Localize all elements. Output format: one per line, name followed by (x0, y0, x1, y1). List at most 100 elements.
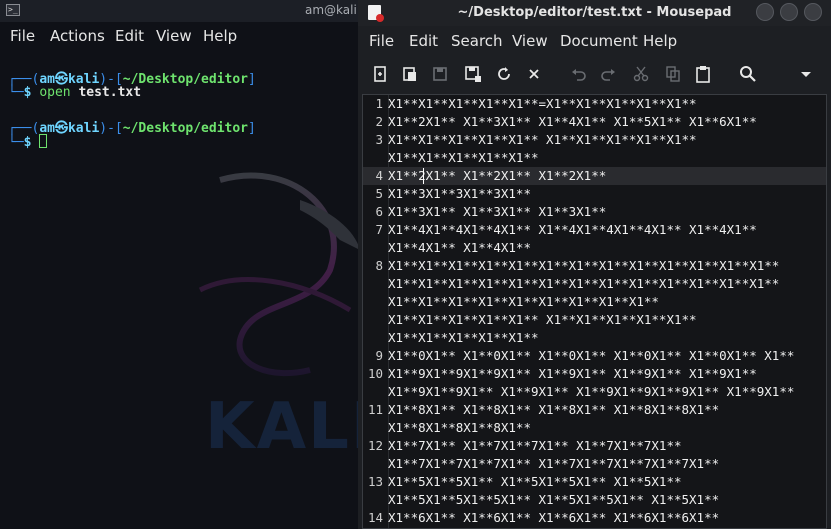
line-text: X1**5X1**5X1**5X1** X1**5X1**5X1** X1**5… (388, 492, 720, 507)
menu-document[interactable]: Document (560, 32, 638, 50)
kali-watermark: KALI (205, 390, 360, 464)
line-text: X1**7X1** X1**7X1**7X1** X1**7X1**7X1** (388, 438, 682, 453)
line-number: 5 (375, 186, 383, 201)
save-icon[interactable] (430, 64, 450, 84)
line-text: X1**4X1** X1**4X1** (388, 240, 531, 255)
editor-line[interactable]: 5 X1**3X1**3X1**3X1** (363, 185, 826, 203)
reload-icon[interactable] (494, 64, 514, 84)
line-text: X1**X1**X1**X1**X1** (388, 150, 539, 165)
editor-line[interactable]: 10 X1**9X1**9X1**9X1** X1**9X1** X1**9X1*… (363, 365, 826, 383)
editor-line[interactable]: 13 X1**5X1**5X1** X1**5X1**5X1** X1**5X1*… (363, 473, 826, 491)
new-document-icon[interactable] (370, 64, 390, 84)
copy-icon[interactable] (663, 64, 683, 84)
line-text: X1**5X1**5X1** X1**5X1**5X1** X1**5X1** (388, 474, 682, 489)
command-line-1: └─$ open test.txt (8, 85, 142, 100)
terminal-titlebar[interactable]: >_ am@kali: ~/ (0, 0, 360, 22)
minimize-button[interactable] (756, 3, 774, 21)
line-number: 11 (367, 402, 383, 417)
editor-line[interactable]: 8 X1**X1**X1**X1**X1**X1**X1**X1**X1**X1*… (363, 257, 826, 275)
editor-line[interactable]: 9 X1**0X1** X1**0X1** X1**0X1** X1**0X1**… (363, 347, 826, 365)
editor-line[interactable]: 4 X1**2X1** X1**2X1** X1**2X1** (363, 167, 826, 185)
line-number: 4 (375, 168, 383, 183)
terminal-menu-view[interactable]: View (156, 27, 192, 45)
line-text: X1**6X1** X1**6X1** X1**6X1** X1**6X1**6… (388, 510, 720, 525)
terminal-menu-edit[interactable]: Edit (115, 27, 144, 45)
terminal-menu-actions[interactable]: Actions (50, 27, 105, 45)
mousepad-toolbar (358, 58, 831, 90)
menu-search[interactable]: Search (451, 32, 503, 50)
new-window-icon[interactable] (400, 64, 420, 84)
command-name: open (39, 85, 71, 100)
terminal-menu-help[interactable]: Help (203, 27, 237, 45)
line-number: 6 (375, 204, 383, 219)
editor-line[interactable]: 2 X1**2X1** X1**3X1** X1**4X1** X1**5X1**… (363, 113, 826, 131)
editor-line[interactable]: X1**4X1** X1**4X1** (363, 239, 826, 257)
terminal-title: am@kali: ~/ (305, 3, 360, 17)
line-number: 2 (375, 114, 383, 129)
prompt-path: ~/Desktop/editor (122, 72, 249, 87)
menu-help[interactable]: Help (643, 32, 677, 50)
editor-line[interactable]: 12 X1**7X1** X1**7X1**7X1** X1**7X1**7X1*… (363, 437, 826, 455)
more-options-icon[interactable] (796, 64, 816, 84)
close-window-button[interactable] (804, 3, 822, 21)
maximize-button[interactable] (780, 3, 798, 21)
editor-line[interactable]: X1**9X1**9X1** X1**9X1** X1**9X1**9X1**9… (363, 383, 826, 401)
terminal-body[interactable]: KALI ┌──(am㉿kali)-[~/Desktop/editor] └─$… (0, 50, 360, 529)
terminal-menu-file[interactable]: File (10, 27, 35, 45)
search-icon[interactable] (738, 64, 758, 84)
text-caret (423, 168, 424, 184)
line-text: X1**2X1** X1**2X1** X1**2X1** (388, 168, 607, 183)
editor-line[interactable]: X1**X1**X1**X1**X1** (363, 329, 826, 347)
terminal-menubar: File Actions Edit View Help (0, 24, 360, 50)
line-number: 12 (367, 438, 383, 453)
editor-line[interactable]: 3 X1**X1**X1**X1**X1** X1**X1**X1**X1**X1… (363, 131, 826, 149)
terminal-app-icon: >_ (6, 4, 20, 16)
editor-line[interactable]: 1 X1**X1**X1**X1**X1**=X1**X1**X1**X1**X1… (363, 95, 826, 113)
line-text: X1**X1**X1**X1**X1** X1**X1**X1**X1**X1*… (388, 132, 697, 147)
line-text: X1**2X1** X1**3X1** X1**4X1** X1**5X1** … (388, 114, 757, 129)
editor-line[interactable]: X1**X1**X1**X1**X1** X1**X1**X1**X1**X1*… (363, 311, 826, 329)
line-text: X1**3X1** X1**3X1** X1**3X1** (388, 204, 607, 219)
line-number: 9 (375, 348, 383, 363)
editor-line[interactable]: X1**8X1**8X1**8X1** (363, 419, 826, 437)
mousepad-window: ~/Desktop/editor/test.txt - Mousepad Fil… (358, 0, 831, 529)
line-text: X1**7X1**7X1**7X1** X1**7X1**7X1**7X1**7… (388, 456, 720, 471)
line-text: X1**9X1**9X1** X1**9X1** X1**9X1**9X1**9… (388, 384, 795, 399)
menu-view[interactable]: View (512, 32, 548, 50)
line-number: 13 (367, 474, 383, 489)
editor-line[interactable]: X1**X1**X1**X1**X1** (363, 149, 826, 167)
command-line-2[interactable]: └─$ (8, 134, 48, 150)
editor-line[interactable]: 6 X1**3X1** X1**3X1** X1**3X1** (363, 203, 826, 221)
line-text: X1**X1**X1**X1**X1**=X1**X1**X1**X1**X1*… (388, 96, 697, 111)
menu-edit[interactable]: Edit (409, 32, 438, 50)
line-text: X1**9X1**9X1**9X1** X1**9X1** X1**9X1** … (388, 366, 757, 381)
line-text: X1**X1**X1**X1**X1**X1**X1**X1**X1** (388, 294, 659, 309)
line-text: X1**0X1** X1**0X1** X1**0X1** X1**0X1** … (388, 348, 795, 363)
editor-line[interactable]: 7 X1**4X1**4X1**4X1** X1**4X1**4X1**4X1**… (363, 221, 826, 239)
editor-line[interactable]: X1**X1**X1**X1**X1**X1**X1**X1**X1**X1**… (363, 275, 826, 293)
editor-line[interactable]: X1**7X1**7X1**7X1** X1**7X1**7X1**7X1**7… (363, 455, 826, 473)
line-text: X1**X1**X1**X1**X1** (388, 330, 539, 345)
prompt-host: kali (67, 121, 100, 136)
cut-icon[interactable] (631, 64, 651, 84)
line-number: 14 (367, 510, 383, 525)
close-document-icon[interactable] (524, 64, 544, 84)
mousepad-titlebar[interactable]: ~/Desktop/editor/test.txt - Mousepad (358, 0, 831, 26)
prompt-symbol: $ (23, 135, 32, 150)
editor-line[interactable]: 14 X1**6X1** X1**6X1** X1**6X1** X1**6X1*… (363, 509, 826, 527)
line-number: 3 (375, 132, 383, 147)
editor-line[interactable]: X1**5X1**5X1**5X1** X1**5X1**5X1** X1**5… (363, 491, 826, 509)
paste-icon[interactable] (693, 64, 713, 84)
save-as-icon[interactable] (463, 64, 483, 84)
menu-file[interactable]: File (369, 32, 394, 50)
line-number: 7 (375, 222, 383, 237)
redo-icon[interactable] (598, 64, 618, 84)
text-editor-area[interactable]: 1 X1**X1**X1**X1**X1**=X1**X1**X1**X1**X1… (362, 94, 827, 529)
line-text: X1**3X1**3X1**3X1** (388, 186, 531, 201)
editor-line[interactable]: 11 X1**8X1** X1**8X1** X1**8X1** X1**8X1*… (363, 401, 826, 419)
line-text: X1**4X1**4X1**4X1** X1**4X1**4X1**4X1** … (388, 222, 757, 237)
mousepad-menubar: File Edit Search View Document Help (358, 28, 831, 54)
line-text: X1**X1**X1**X1**X1** X1**X1**X1**X1**X1*… (388, 312, 697, 327)
editor-line[interactable]: X1**X1**X1**X1**X1**X1**X1**X1**X1** (363, 293, 826, 311)
undo-icon[interactable] (569, 64, 589, 84)
